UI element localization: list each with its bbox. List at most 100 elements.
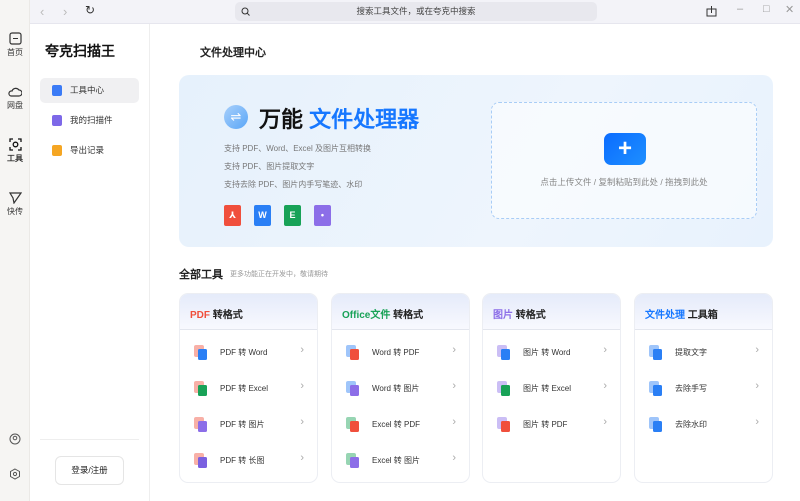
hero-title: 万能 文件处理器 [259, 102, 419, 134]
card-title-accent: 文件处理 [645, 310, 685, 321]
sidebar-item-tool-center[interactable]: 工具中心 [40, 78, 139, 103]
pdf-file-icon: ⅄ [224, 205, 241, 226]
tool-item-label: Word 转 图片 [372, 384, 420, 393]
scan-icon [8, 138, 22, 151]
tool-icon [346, 345, 360, 361]
tool-icon [194, 417, 208, 433]
rail-cloud-label: 网盘 [7, 101, 23, 110]
chevron-right-icon: › [603, 416, 607, 428]
settings-icon[interactable] [0, 468, 30, 482]
tool-item[interactable]: 去除手写 › [635, 374, 772, 404]
tool-item[interactable]: PDF 转 Word › [180, 338, 317, 368]
tool-item-label: Word 转 PDF [372, 348, 420, 357]
chevron-right-icon: › [452, 416, 456, 428]
card-title: 转格式 [210, 310, 243, 321]
tools-section-subtitle: 更多功能正在开发中，敬请期待 [230, 271, 328, 278]
tool-item[interactable]: 提取文字 › [635, 338, 772, 368]
user-icon[interactable] [0, 433, 30, 447]
tool-item[interactable]: PDF 转 Excel › [180, 374, 317, 404]
chevron-right-icon: › [300, 452, 304, 464]
sidebar-item-label: 导出记录 [70, 145, 105, 155]
tool-card-image-convert: 图片 转格式图片 转 Word › 图片 转 Excel › 图片 转 PDF › [482, 293, 621, 483]
tool-item-label: Excel 转 图片 [372, 456, 421, 465]
hero-title-blue: 文件处理器 [309, 107, 420, 132]
sidebar-item-label: 工具中心 [70, 85, 105, 95]
sidebar-item-my-scans[interactable]: 我的扫描件 [40, 108, 139, 133]
tool-icon [346, 417, 360, 433]
chevron-right-icon: › [755, 344, 759, 356]
tool-item[interactable]: Word 转 图片 › [332, 374, 469, 404]
upload-plus-button[interactable]: + [604, 133, 646, 165]
tool-item[interactable]: Excel 转 图片 › [332, 446, 469, 476]
export-icon[interactable] [706, 6, 717, 17]
tool-card-file-toolbox: 文件处理 工具箱 提取文字 › 去除手写 › 去除水印 › [634, 293, 773, 483]
close-button[interactable]: ✕ [785, 3, 794, 16]
maximize-button[interactable]: □ [763, 3, 770, 15]
tool-item-label: 去除水印 [675, 420, 707, 429]
forward-button[interactable]: › [63, 4, 67, 19]
tool-item[interactable]: PDF 转 图片 › [180, 410, 317, 440]
sidebar-item-export-history[interactable]: 导出记录 [40, 138, 139, 163]
card-title-accent: PDF [190, 310, 210, 321]
tool-icon [194, 453, 208, 469]
login-button[interactable]: 登录/注册 [55, 456, 124, 485]
app-brand: 夸克扫描王 [45, 43, 115, 59]
tool-icon [649, 417, 663, 433]
tool-icon [497, 381, 511, 397]
search-input[interactable]: 搜索工具文件，或在夸克中搜索 [235, 2, 597, 21]
folder-icon [52, 145, 62, 156]
search-placeholder: 搜索工具文件，或在夸克中搜索 [356, 6, 476, 16]
tool-item-label: 去除手写 [675, 384, 707, 393]
toolbox-icon [52, 85, 62, 96]
card-header: 图片 转格式 [483, 294, 620, 330]
hero-title-black: 万能 [259, 107, 304, 132]
divider [40, 439, 139, 440]
word-file-icon: W [254, 205, 271, 226]
tool-item[interactable]: Word 转 PDF › [332, 338, 469, 368]
rail-home[interactable]: 首页 [0, 32, 30, 58]
tool-icon [346, 453, 360, 469]
card-title-accent: Office文件 [342, 310, 391, 321]
tool-item[interactable]: 图片 转 Excel › [483, 374, 620, 404]
rail-send[interactable]: 快传 [0, 192, 30, 217]
upload-dropzone[interactable]: + 点击上传文件 / 复制粘贴到此处 / 拖拽到此处 [491, 102, 757, 219]
home-icon [8, 32, 22, 45]
rail-tools[interactable]: 工具 [0, 138, 30, 164]
cloud-icon [8, 87, 22, 97]
chevron-right-icon: › [603, 344, 607, 356]
chevron-right-icon: › [755, 416, 759, 428]
tool-icon [497, 345, 511, 361]
refresh-button[interactable]: ↻ [85, 3, 95, 17]
tool-item-label: PDF 转 图片 [220, 420, 265, 429]
hero-banner: ⇌ 万能 文件处理器 支持 PDF、Word、Excel 及图片互相转换 支持 … [179, 75, 773, 247]
send-icon [8, 192, 22, 204]
tool-item[interactable]: 图片 转 Word › [483, 338, 620, 368]
rail-cloud[interactable]: 网盘 [0, 86, 30, 111]
tool-item-label: PDF 转 长图 [220, 456, 265, 465]
card-title-accent: 图片 [493, 310, 513, 321]
chevron-right-icon: › [300, 416, 304, 428]
tool-item-label: PDF 转 Word [220, 348, 268, 357]
tool-item-label: 提取文字 [675, 348, 707, 357]
tool-item[interactable]: PDF 转 长图 › [180, 446, 317, 476]
tool-icon [649, 381, 663, 397]
back-button[interactable]: ‹ [40, 4, 44, 19]
card-title: 工具箱 [685, 310, 718, 321]
minimize-button[interactable]: – [737, 3, 743, 15]
left-rail: 首页 网盘 工具 快传 [0, 0, 30, 501]
tool-item-label: PDF 转 Excel [220, 384, 269, 393]
tool-item[interactable]: 图片 转 PDF › [483, 410, 620, 440]
tool-item[interactable]: Excel 转 PDF › [332, 410, 469, 440]
sidebar-item-label: 我的扫描件 [70, 115, 113, 125]
tools-section-title: 全部工具 [179, 269, 223, 281]
tool-icon [194, 381, 208, 397]
tool-item[interactable]: 去除水印 › [635, 410, 772, 440]
image-file-icon: • [314, 205, 331, 226]
card-header: PDF 转格式 [180, 294, 317, 330]
upload-hint: 点击上传文件 / 复制粘贴到此处 / 拖拽到此处 [540, 177, 708, 187]
tool-icon [649, 345, 663, 361]
chevron-right-icon: › [452, 452, 456, 464]
chevron-right-icon: › [452, 380, 456, 392]
chevron-right-icon: › [300, 344, 304, 356]
document-icon [52, 115, 62, 126]
